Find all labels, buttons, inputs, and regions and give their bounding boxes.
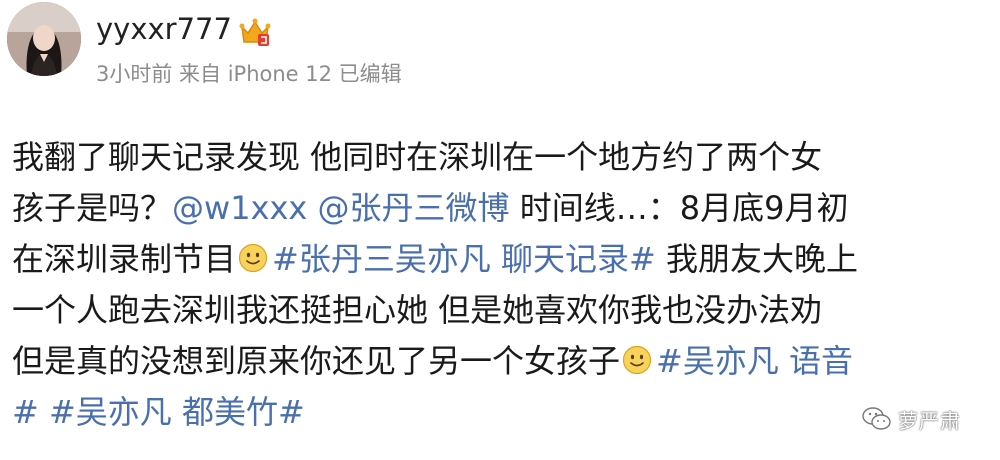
- post-text: 但是真的没想到原来你还见了另一个女孩子: [12, 342, 621, 380]
- post-text: 时间线…：8月底9月初: [509, 189, 849, 227]
- avatar-photo: [7, 2, 81, 76]
- watermark: 萝严肃: [862, 404, 961, 434]
- smile-emoji-icon: [622, 345, 652, 375]
- topic-link-3[interactable]: #吴亦凡 都美竹#: [49, 393, 305, 431]
- watermark-text: 萝严肃: [898, 408, 961, 433]
- topic-link-2[interactable]: #吴亦凡 语音: [656, 342, 853, 380]
- smile-emoji-icon: [238, 243, 268, 273]
- post-line-4: 一个人跑去深圳我还挺担心她 但是她喜欢你我也没办法劝: [12, 285, 997, 336]
- post-text: 我翻了聊天记录发现 他同时在深圳在一个地方约了两个女: [12, 138, 823, 176]
- post-text: 孩子是吗？: [12, 189, 173, 227]
- post-text: 一个人跑去深圳我还挺担心她 但是她喜欢你我也没办法劝: [12, 291, 823, 329]
- post-text: 在深圳录制节目: [12, 240, 237, 278]
- post-line-3: 在深圳录制节目 #张丹三吴亦凡 聊天记录# 我朋友大晚上: [12, 234, 997, 285]
- post-line-1: 我翻了聊天记录发现 他同时在深圳在一个地方约了两个女: [12, 132, 997, 183]
- post-meta: 3小时前 来自 iPhone 12 已编辑: [96, 62, 402, 86]
- mention-link-w1xxx[interactable]: @w1xxx: [172, 189, 307, 227]
- mention-link-zhangdansan[interactable]: @张丹三微博: [318, 189, 510, 227]
- topic-link-2-end[interactable]: #: [12, 393, 39, 431]
- post-body: 我翻了聊天记录发现 他同时在深圳在一个地方约了两个女 孩子是吗？@w1xxx @…: [12, 132, 997, 438]
- post-line-6: # #吴亦凡 都美竹#: [12, 387, 997, 438]
- username[interactable]: yyxxr777: [96, 12, 232, 46]
- wechat-icon: [862, 407, 891, 430]
- topic-link-1[interactable]: #张丹三吴亦凡 聊天记录#: [272, 240, 656, 278]
- crown-badge-icon: [239, 18, 271, 46]
- post-line-5: 但是真的没想到原来你还见了另一个女孩子 #吴亦凡 语音: [12, 336, 997, 387]
- avatar[interactable]: [7, 2, 81, 76]
- post-text: 我朋友大晚上: [655, 240, 859, 278]
- post-line-2: 孩子是吗？@w1xxx @张丹三微博 时间线…：8月底9月初: [12, 183, 997, 234]
